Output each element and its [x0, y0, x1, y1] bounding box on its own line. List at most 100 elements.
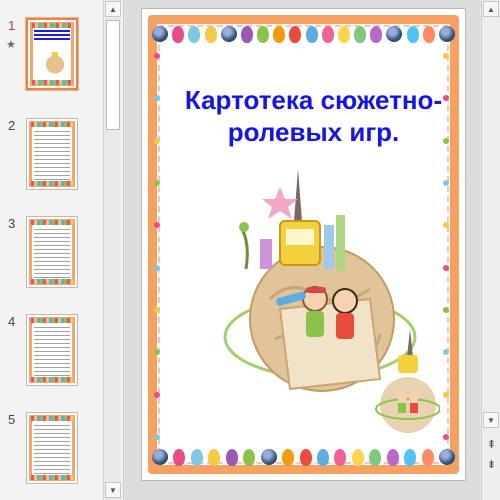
double-chevron-down-icon: ⇟ [486, 459, 497, 471]
slide-thumbnail[interactable] [25, 17, 79, 91]
border-dot [154, 264, 160, 271]
border-dot [443, 433, 449, 440]
border-dot [443, 264, 449, 271]
animation-star-icon: ★ [6, 39, 16, 51]
top-easter-egg-border [152, 21, 455, 47]
ornament-ball [220, 26, 237, 42]
easter-egg [404, 448, 417, 466]
easter-egg [282, 448, 295, 466]
thumbnail-scrollbar[interactable]: ▲ ▼ [103, 0, 121, 500]
scroll-down-button[interactable]: ▼ [105, 482, 121, 498]
border-dot [154, 95, 160, 102]
slide-thumbnail[interactable] [26, 412, 78, 484]
slide-number: 2 [8, 118, 16, 133]
easter-egg [421, 448, 434, 466]
border-dot [443, 306, 449, 313]
previous-slide-button[interactable]: ⇞ [483, 436, 500, 453]
easter-egg [273, 25, 286, 43]
slide-thumbnail[interactable] [26, 118, 78, 190]
slide-title[interactable]: Картотека сюжетно- ролевых игр. [172, 84, 455, 148]
border-dot [154, 349, 160, 356]
easter-egg [257, 25, 270, 43]
next-slide-button[interactable]: ⇟ [483, 456, 500, 473]
thumbnail-border-decoration [31, 318, 73, 323]
thumbnail-row-1[interactable]: 1 ★ [0, 17, 110, 94]
slide-canvas[interactable]: Картотека сюжетно- ролевых игр. [141, 8, 466, 481]
slide-thumbnail[interactable] [26, 314, 78, 386]
thumbnail-row-4[interactable]: 4 [0, 314, 110, 390]
easter-egg [225, 448, 238, 466]
easter-egg [351, 448, 364, 466]
slide-number: 3 [8, 216, 16, 231]
easter-egg [240, 25, 253, 43]
border-dot [154, 306, 160, 313]
easter-egg [337, 25, 350, 43]
ornament-ball [386, 26, 403, 42]
thumbnail-row-5[interactable]: 5 [0, 412, 110, 488]
border-dot [443, 179, 449, 186]
easter-egg [305, 25, 318, 43]
slide-number: 5 [8, 412, 16, 427]
chevron-down-icon: ▼ [487, 415, 495, 425]
slide-title-line-2: ролевых игр. [227, 117, 400, 147]
scroll-up-button[interactable]: ▲ [483, 1, 499, 17]
chevron-down-icon: ▼ [109, 485, 117, 495]
border-dot [443, 349, 449, 356]
slide-thumbnail-pane: 1 ★ 2 3 4 5 ▲ ▼ [0, 0, 124, 500]
thumbnail-border-decoration [32, 80, 72, 85]
easter-egg [190, 448, 203, 466]
ornament-ball [152, 449, 168, 465]
easter-egg [386, 448, 399, 466]
easter-egg [299, 448, 312, 466]
bottom-easter-egg-border [152, 444, 455, 470]
thumbnail-row-2[interactable]: 2 [0, 118, 110, 194]
thumbnail-border-decoration [31, 181, 73, 186]
scroll-down-button[interactable]: ▼ [483, 412, 499, 428]
thumbnail-border-decoration [31, 377, 73, 382]
left-dotted-border [154, 53, 164, 440]
ornament-ball [152, 26, 168, 42]
border-dot [154, 222, 160, 229]
scroll-up-button[interactable]: ▲ [105, 1, 121, 17]
easter-egg [370, 25, 383, 43]
scrollbar-thumb[interactable] [106, 20, 120, 130]
ornament-ball [260, 449, 277, 465]
chevron-up-icon: ▲ [487, 4, 495, 14]
slide-scrollbar[interactable]: ▲ ▼ ⇞ ⇟ [481, 0, 500, 500]
double-chevron-up-icon: ⇞ [486, 439, 497, 451]
easter-egg [173, 448, 186, 466]
easter-egg [422, 25, 435, 43]
easter-egg [354, 25, 367, 43]
easter-egg [406, 25, 419, 43]
slide-thumbnail[interactable] [26, 216, 78, 288]
border-dot [154, 137, 160, 144]
thumbnail-text-lines [34, 425, 70, 475]
easter-egg [334, 448, 347, 466]
thumbnail-title-lines [34, 30, 70, 40]
thumbnail-text-lines [34, 131, 70, 181]
thumbnail-border-decoration [31, 122, 73, 127]
easter-egg [188, 25, 201, 43]
thumbnail-text-lines [34, 327, 70, 377]
ornament-ball [438, 26, 455, 42]
thumbnail-text-lines [34, 229, 70, 279]
thumbnail-artwork [44, 48, 66, 78]
thumbnail-border-decoration [31, 279, 73, 284]
easter-egg [321, 25, 334, 43]
thumbnail-border-decoration [31, 416, 73, 421]
easter-egg [369, 448, 382, 466]
easter-egg [172, 25, 185, 43]
slide-editing-area: Картотека сюжетно- ролевых игр. [125, 0, 480, 500]
small-cartoon-illustration [375, 329, 440, 433]
thumbnail-border-decoration [32, 23, 72, 28]
easter-egg [243, 448, 256, 466]
border-dot [443, 53, 449, 59]
border-dot [154, 179, 160, 186]
easter-egg [208, 448, 221, 466]
border-dot [443, 391, 449, 398]
border-dot [154, 53, 160, 59]
thumbnail-row-3[interactable]: 3 [0, 216, 110, 292]
easter-egg [316, 448, 329, 466]
easter-egg [204, 25, 217, 43]
easter-egg [289, 25, 302, 43]
